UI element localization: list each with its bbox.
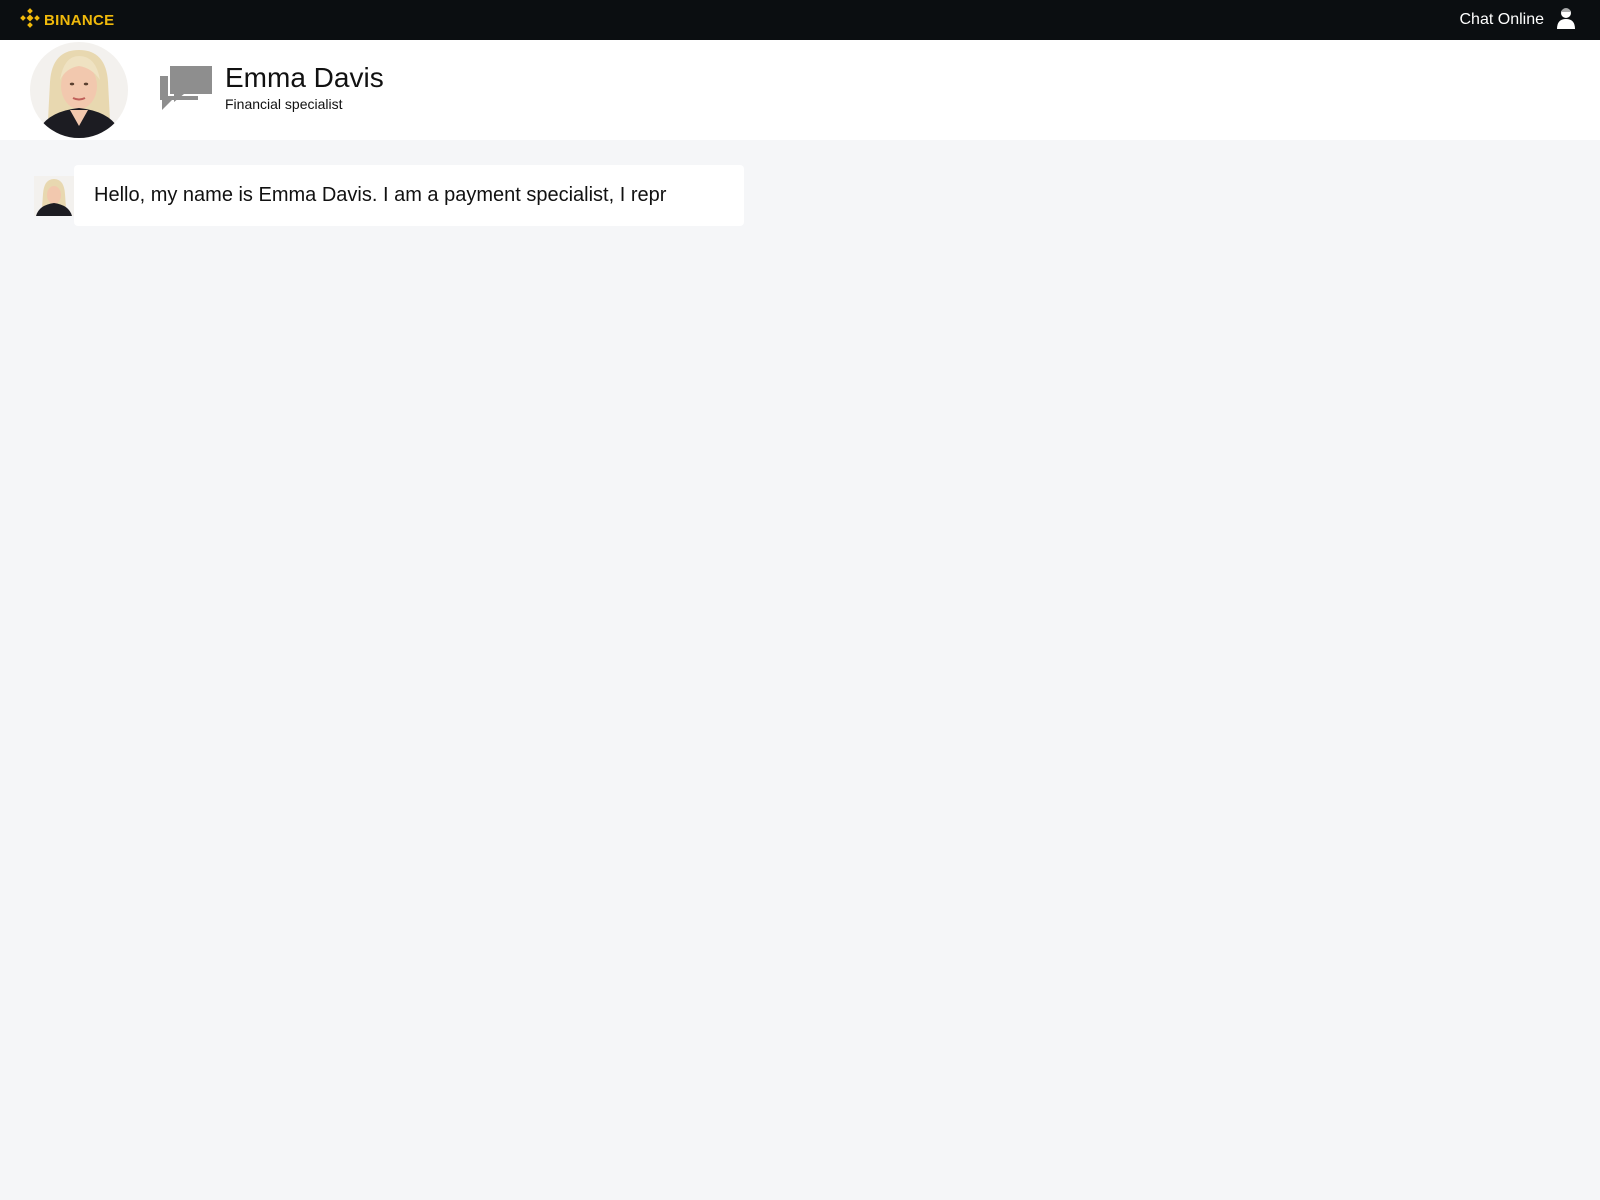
agent-name: Emma Davis: [225, 62, 384, 93]
binance-logo-icon: [20, 7, 40, 33]
agent-avatar: [30, 42, 128, 138]
message-text: Hello, my name is Emma Davis. I am a pay…: [94, 184, 667, 206]
agent-header: Emma Davis Financial specialist: [0, 40, 1600, 140]
chat-bubbles-icon: [160, 62, 214, 117]
message-row: Hello, my name is Emma Davis. I am a pay…: [34, 165, 744, 226]
top-bar: BINANCE Chat Online: [0, 0, 1600, 40]
chat-status: Chat Online: [1460, 7, 1581, 34]
user-icon[interactable]: [1556, 7, 1576, 34]
chat-online-label: Chat Online: [1459, 11, 1545, 28]
message-bubble: Hello, my name is Emma Davis. I am a pay…: [74, 165, 744, 226]
brand-name: BINANCE: [44, 11, 115, 29]
brand-logo[interactable]: BINANCE: [20, 7, 115, 33]
agent-role: Financial specialist: [225, 96, 343, 112]
message-avatar: [34, 176, 74, 216]
